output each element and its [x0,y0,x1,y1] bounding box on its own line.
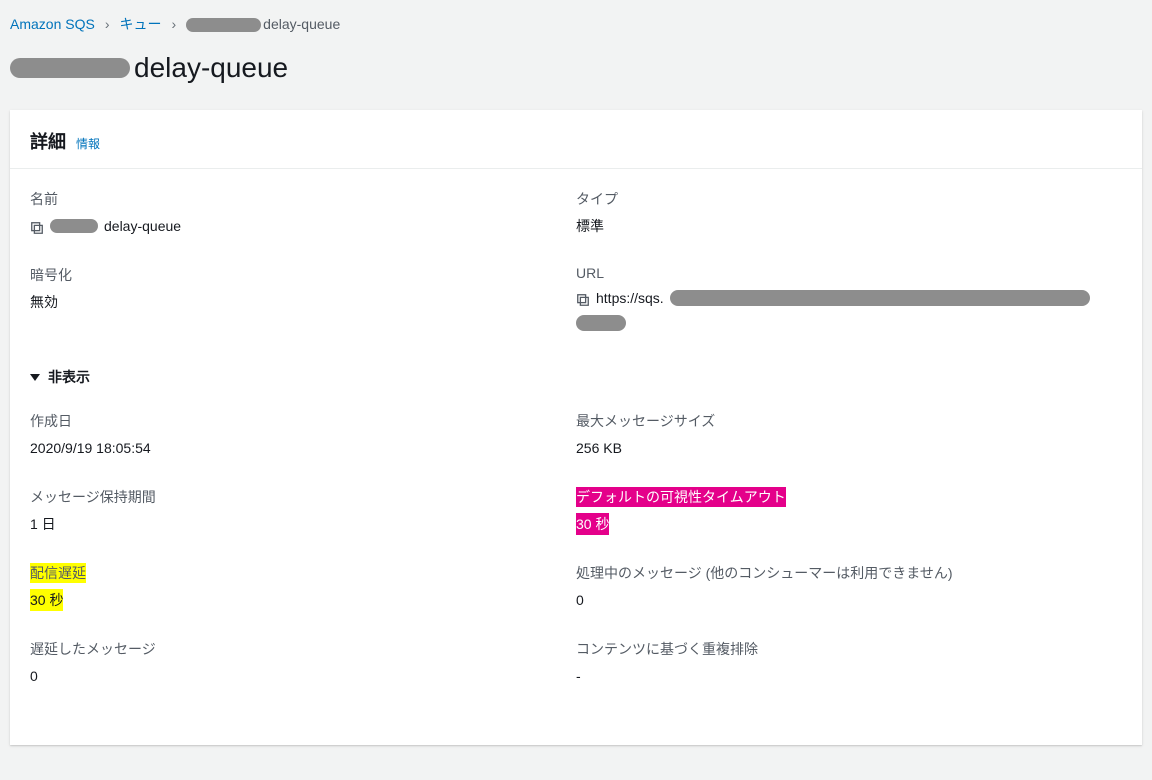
field-in-flight: 処理中のメッセージ (他のコンシューマーは利用できません) 0 [576,563,1102,611]
redacted-text [186,18,261,32]
redacted-text [50,219,98,233]
label-type: タイプ [576,189,1102,209]
field-created: 作成日 2020/9/19 18:05:54 [30,411,556,459]
value-url-prefix: https://sqs. [596,287,664,309]
label-url: URL [576,265,1102,281]
label-created: 作成日 [30,411,556,431]
redacted-text [10,58,130,78]
field-name: 名前 delay-queue [30,189,556,237]
value-in-flight: 0 [576,589,1102,611]
field-type: タイプ 標準 [576,189,1102,237]
label-delivery-delay: 配信遅延 [30,563,86,583]
triangle-down-icon [30,374,40,381]
label-content-dedup: コンテンツに基づく重複排除 [576,639,1102,659]
label-encryption: 暗号化 [30,265,556,285]
field-url: URL https://sqs. [576,265,1102,331]
field-max-size: 最大メッセージサイズ 256 KB [576,411,1102,459]
value-encryption: 無効 [30,291,556,313]
value-type: 標準 [576,215,1102,237]
value-created: 2020/9/19 18:05:54 [30,437,556,459]
page-title-suffix: delay-queue [134,52,288,84]
chevron-right-icon: › [172,16,177,32]
field-delayed: 遅延したメッセージ 0 [30,639,556,687]
value-name-suffix: delay-queue [104,215,181,237]
collapse-label: 非表示 [48,367,90,387]
field-visibility: デフォルトの可視性タイムアウト 30 秒 [576,487,1102,535]
breadcrumb-current-suffix: delay-queue [263,16,340,32]
info-link[interactable]: 情報 [76,135,100,152]
value-content-dedup: - [576,665,1102,687]
field-content-dedup: コンテンツに基づく重複排除 - [576,639,1102,687]
copy-icon[interactable] [576,291,590,305]
copy-icon[interactable] [30,219,44,233]
details-panel: 詳細 情報 名前 delay-queue タイプ 標 [10,110,1142,745]
breadcrumb-root[interactable]: Amazon SQS [10,16,95,32]
panel-body: 名前 delay-queue タイプ 標準 [10,169,1142,745]
label-delayed: 遅延したメッセージ [30,639,556,659]
label-in-flight: 処理中のメッセージ (他のコンシューマーは利用できません) [576,563,1102,583]
panel-heading: 詳細 [30,128,66,154]
field-encryption: 暗号化 無効 [30,265,556,313]
value-max-size: 256 KB [576,437,1102,459]
panel-header: 詳細 情報 [10,110,1142,169]
value-delivery-delay: 30 秒 [30,589,63,611]
label-name: 名前 [30,189,556,209]
value-visibility: 30 秒 [576,513,609,535]
label-visibility: デフォルトの可視性タイムアウト [576,487,786,507]
collapse-toggle[interactable]: 非表示 [30,367,1122,387]
redacted-text [576,315,626,331]
label-retention: メッセージ保持期間 [30,487,556,507]
chevron-right-icon: › [105,16,110,32]
redacted-text [670,290,1090,306]
label-max-size: 最大メッセージサイズ [576,411,1102,431]
field-delivery-delay: 配信遅延 30 秒 [30,563,556,611]
value-delayed: 0 [30,665,556,687]
breadcrumb: Amazon SQS › キュー › delay-queue [0,0,1152,46]
breadcrumb-current: delay-queue [186,16,340,32]
breadcrumb-queues[interactable]: キュー [120,14,162,34]
field-retention: メッセージ保持期間 1 日 [30,487,556,535]
page-title: delay-queue [0,46,1152,110]
value-retention: 1 日 [30,513,556,535]
